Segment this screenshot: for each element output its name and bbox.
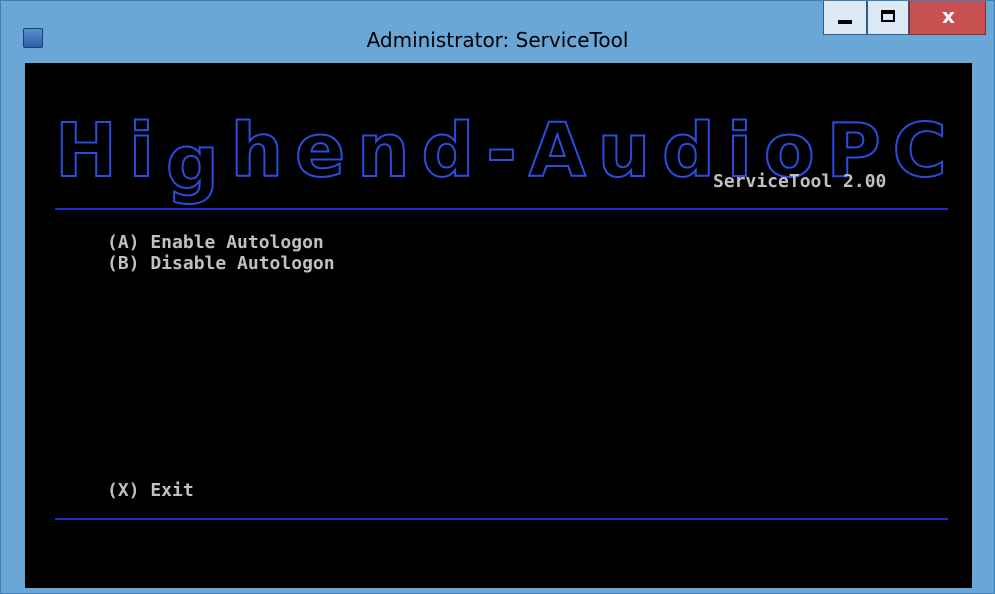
banner-letter: h: [230, 108, 285, 194]
minimize-button[interactable]: [823, 1, 867, 35]
top-divider: [55, 208, 948, 210]
minimize-icon: [838, 20, 852, 24]
banner-letter: u: [597, 108, 652, 194]
menu-item-disable-autologon: (B) Disable Autologon: [107, 253, 335, 274]
menu-item-exit: (X) Exit: [107, 480, 194, 501]
title-bar[interactable]: Administrator: ServiceTool x: [1, 1, 994, 63]
banner-letter: d: [661, 108, 716, 194]
close-button[interactable]: x: [909, 1, 986, 35]
bottom-divider: [55, 518, 948, 520]
banner-letter: A: [528, 108, 587, 194]
menu-item-enable-autologon: (A) Enable Autologon: [107, 232, 324, 253]
maximize-button[interactable]: [867, 1, 909, 35]
version-label: ServiceTool 2.00: [713, 171, 887, 192]
banner-letter: d: [420, 108, 475, 194]
banner-letter: g: [165, 120, 220, 206]
banner-letter: n: [356, 108, 411, 194]
banner-letter: e: [294, 108, 346, 194]
banner-letter: i: [128, 108, 155, 194]
close-icon: x: [942, 4, 955, 28]
banner-letter: -: [485, 108, 518, 194]
banner-letter: C: [891, 108, 947, 194]
console-window: Administrator: ServiceTool x Highend-Aud…: [0, 0, 995, 594]
maximize-icon: [881, 10, 895, 22]
banner-letter: H: [54, 108, 118, 194]
console-area[interactable]: Highend-AudioPC ServiceTool 2.00 (A) Ena…: [25, 63, 972, 588]
